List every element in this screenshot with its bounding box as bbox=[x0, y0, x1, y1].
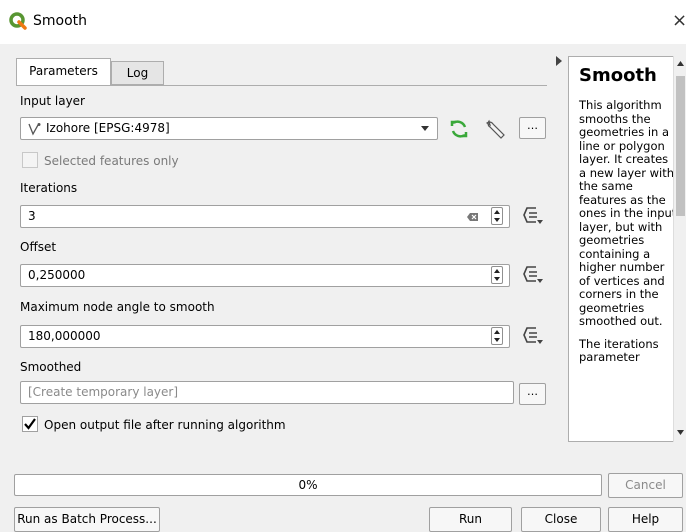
input-layer-label: Input layer bbox=[20, 94, 85, 108]
collapse-arrow-icon[interactable] bbox=[556, 56, 562, 66]
input-layer-options-button[interactable]: … bbox=[519, 117, 546, 139]
offset-label: Offset bbox=[20, 240, 57, 254]
open-output-checkbox[interactable] bbox=[22, 416, 38, 432]
max-angle-label: Maximum node angle to smooth bbox=[20, 300, 215, 314]
title-bar: Smooth × bbox=[0, 0, 686, 44]
data-defined-override-icon[interactable] bbox=[522, 325, 544, 345]
help-title: Smooth bbox=[579, 65, 657, 86]
close-window-button[interactable]: × bbox=[672, 10, 686, 31]
tab-log[interactable]: Log bbox=[111, 61, 164, 85]
smoothed-output-field[interactable]: [Create temporary layer] bbox=[20, 381, 514, 404]
data-defined-override-icon[interactable] bbox=[522, 264, 544, 284]
help-scrollbar[interactable] bbox=[673, 56, 686, 442]
selected-features-label: Selected features only bbox=[44, 154, 179, 168]
checkmark-icon bbox=[24, 418, 36, 430]
help-paragraph: This algorithm smooths the geometries in… bbox=[579, 98, 677, 328]
input-layer-combobox[interactable]: Izohore [EPSG:4978] bbox=[20, 117, 438, 140]
offset-input[interactable]: 0,250000 bbox=[20, 264, 510, 287]
input-layer-value: Izohore [EPSG:4978] bbox=[46, 121, 170, 135]
open-output-label: Open output file after running algorithm bbox=[44, 418, 286, 432]
help-panel: Smooth This algorithm smooths the geomet… bbox=[568, 56, 686, 442]
progress-bar: 0% bbox=[14, 474, 602, 496]
iterations-input[interactable]: 3 bbox=[20, 205, 510, 228]
batch-process-button[interactable]: Run as Batch Process... bbox=[14, 507, 160, 532]
iterations-spinner[interactable] bbox=[491, 207, 503, 225]
progress-text: 0% bbox=[298, 478, 318, 492]
scrollbar-thumb[interactable] bbox=[676, 76, 685, 216]
run-button[interactable]: Run bbox=[429, 507, 512, 532]
help-body: This algorithm smooths the geometries in… bbox=[579, 98, 677, 374]
smoothed-options-button[interactable]: … bbox=[519, 383, 546, 405]
clear-icon[interactable] bbox=[467, 211, 479, 223]
iterations-label: Iterations bbox=[20, 181, 78, 195]
scroll-up-icon[interactable] bbox=[677, 61, 684, 66]
help-button[interactable]: Help bbox=[608, 507, 683, 532]
offset-spinner[interactable] bbox=[491, 266, 503, 284]
qgis-logo-icon bbox=[9, 12, 27, 30]
chevron-down-icon bbox=[421, 126, 429, 131]
scroll-down-icon[interactable] bbox=[677, 430, 684, 435]
window-title: Smooth bbox=[33, 13, 88, 29]
max-angle-spinner[interactable] bbox=[491, 327, 503, 345]
help-paragraph: The iterations parameter bbox=[579, 336, 659, 364]
wrench-icon[interactable] bbox=[483, 117, 507, 141]
cancel-button[interactable]: Cancel bbox=[608, 473, 683, 498]
max-angle-input[interactable]: 180,000000 bbox=[20, 325, 510, 348]
tab-parameters[interactable]: Parameters bbox=[16, 58, 111, 85]
iterate-features-icon[interactable] bbox=[449, 119, 469, 139]
line-layer-icon bbox=[28, 123, 41, 136]
smoothed-label: Smoothed bbox=[20, 360, 82, 374]
selected-features-checkbox[interactable] bbox=[22, 152, 38, 168]
data-defined-override-icon[interactable] bbox=[522, 205, 544, 225]
close-button[interactable]: Close bbox=[521, 507, 601, 532]
